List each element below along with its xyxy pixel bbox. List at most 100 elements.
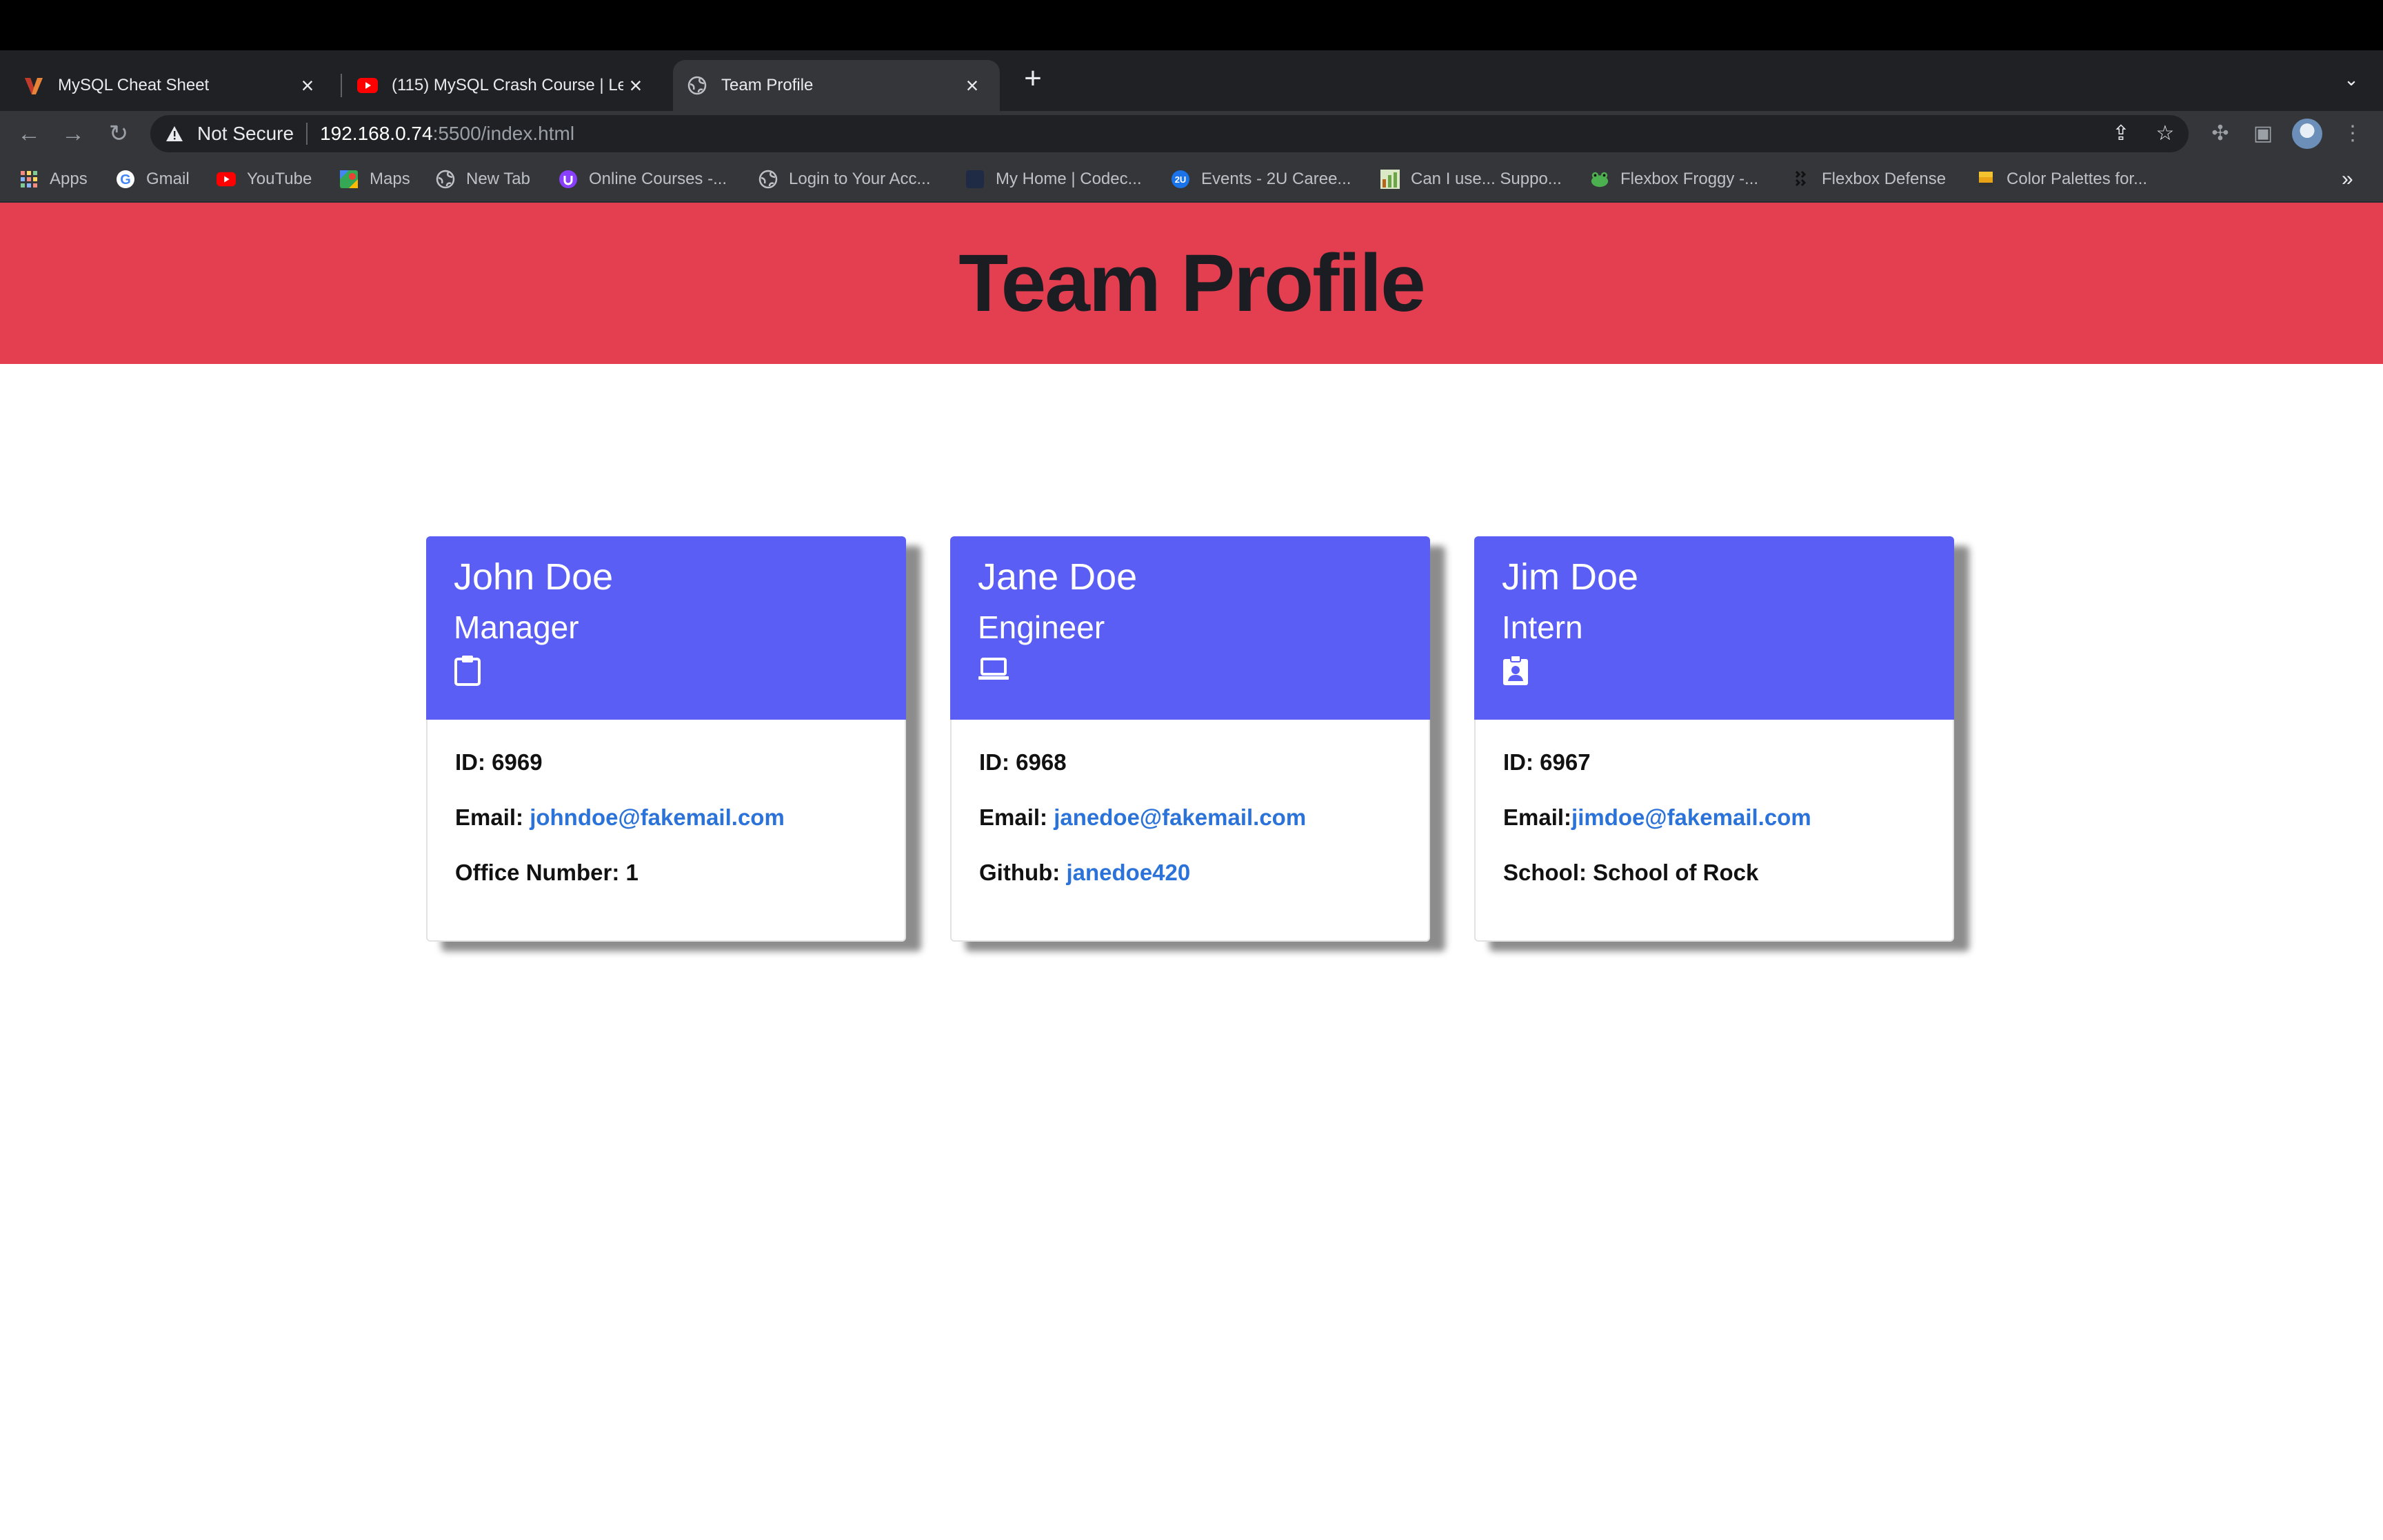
bookmark-gmail[interactable]: G Gmail: [116, 168, 190, 191]
github-label: Github:: [979, 860, 1067, 885]
bookmark-label: Color Palettes for...: [2007, 170, 2148, 188]
globe-icon: [758, 170, 778, 189]
tab-mysql-crash-course[interactable]: (115) MySQL Crash Course | Le ×: [345, 60, 663, 111]
forward-arrow-icon[interactable]: →: [58, 119, 88, 149]
card-header: Jane Doe Engineer: [950, 536, 1430, 720]
tab-label: Team Profile: [721, 76, 814, 94]
bookmark-caniuse[interactable]: Can I use... Suppo...: [1380, 168, 1562, 191]
employee-id: ID: 6969: [455, 749, 543, 775]
bookmark-label: Maps: [370, 170, 410, 188]
profile-avatar[interactable]: [2292, 119, 2322, 149]
2u-icon: 2U: [1171, 170, 1190, 189]
tab-strip: MySQL Cheat Sheet × (115) MySQL Crash Co…: [0, 50, 2383, 111]
badge-icon: [1502, 655, 1534, 687]
github-row: Github: janedoe420: [979, 859, 1429, 886]
globe-icon: [436, 170, 455, 189]
udemy-icon: [559, 170, 578, 189]
bookmark-events-2u[interactable]: 2U Events - 2U Caree...: [1171, 168, 1351, 191]
card-body: ID: 6969 Email: johndoe@fakemail.com Off…: [428, 720, 905, 886]
email-link[interactable]: jimdoe@fakemail.com: [1571, 804, 1811, 830]
employee-email-row: Email:jimdoe@fakemail.com: [1503, 804, 1953, 831]
svg-text:G: G: [120, 172, 131, 188]
employee-role: Intern: [1502, 609, 1583, 645]
bookmark-label: Flexbox Defense: [1822, 170, 1947, 188]
tab-label: (115) MySQL Crash Course | Le: [392, 76, 623, 94]
employee-card-engineer: Jane Doe Engineer ID: 6968 Email: janedo…: [950, 536, 1430, 942]
codecademy-icon: [965, 170, 985, 189]
bookmark-label: Flexbox Froggy -...: [1620, 170, 1759, 188]
card-body: ID: 6967 Email:jimdoe@fakemail.com Schoo…: [1476, 720, 1953, 886]
close-icon[interactable]: ×: [623, 73, 648, 99]
palette-icon: [1976, 170, 1995, 189]
email-link[interactable]: janedoe@fakemail.com: [1054, 804, 1306, 830]
new-tab-button[interactable]: +: [1018, 63, 1048, 94]
youtube-favicon: [357, 75, 378, 96]
bookmark-label: Events - 2U Caree...: [1201, 170, 1351, 188]
bookmark-label: Can I use... Suppo...: [1411, 170, 1562, 188]
reload-icon[interactable]: ↻: [103, 119, 134, 149]
email-label: Email:: [979, 804, 1054, 830]
bookmark-label: YouTube: [247, 170, 312, 188]
clipboard-icon: [454, 655, 485, 687]
bookmark-online-courses[interactable]: Online Courses -...: [559, 168, 727, 191]
maps-icon: [339, 170, 359, 189]
security-status[interactable]: Not Secure: [197, 123, 294, 145]
bookmark-codecademy[interactable]: My Home | Codec...: [965, 168, 1142, 191]
frog-icon: [1590, 170, 1609, 189]
tab-label: MySQL Cheat Sheet: [58, 76, 210, 94]
side-panel-icon[interactable]: ▣: [2249, 120, 2277, 148]
address-bar[interactable]: Not Secure 192.168.0.74 :5500/index.html: [150, 115, 2189, 152]
close-icon[interactable]: ×: [295, 73, 320, 99]
github-link[interactable]: janedoe420: [1066, 860, 1190, 885]
laptop-icon: [978, 655, 1009, 687]
employee-name: Jane Doe: [978, 556, 1138, 598]
address-divider: [306, 123, 308, 145]
extensions-puzzle-icon[interactable]: ✣: [2206, 120, 2234, 148]
bookmark-flexbox-froggy[interactable]: Flexbox Froggy -...: [1590, 168, 1758, 191]
email-link[interactable]: johndoe@fakemail.com: [530, 804, 785, 830]
bookmarks-overflow-chevron-icon[interactable]: »: [2342, 168, 2353, 191]
employee-email-row: Email: johndoe@fakemail.com: [455, 804, 905, 831]
mysql-favicon: [23, 75, 44, 96]
tab-separator: [341, 74, 342, 97]
close-icon[interactable]: ×: [960, 73, 985, 99]
flexbox-defense-icon: [1791, 170, 1811, 189]
employee-card-intern: Jim Doe Intern ID: 6967 Email:jimdoe@fak…: [1474, 536, 1954, 942]
bookmark-maps[interactable]: Maps: [339, 168, 410, 191]
employee-email-row: Email: janedoe@fakemail.com: [979, 804, 1429, 831]
youtube-icon: [217, 170, 236, 189]
card-header: Jim Doe Intern: [1474, 536, 1954, 720]
bookmark-label: Login to Your Acc...: [789, 170, 931, 188]
share-icon[interactable]: ⇪: [2107, 120, 2135, 148]
globe-icon: [687, 75, 707, 96]
employee-id: ID: 6968: [979, 749, 1067, 775]
bookmark-youtube[interactable]: YouTube: [217, 168, 312, 191]
warning-icon[interactable]: [165, 123, 186, 144]
page-title: Team Profile: [958, 238, 1425, 329]
email-label: Email:: [1503, 804, 1572, 830]
tab-mysql-cheat-sheet[interactable]: MySQL Cheat Sheet ×: [0, 60, 335, 111]
school: School: School of Rock: [1503, 860, 1759, 885]
employee-role: Manager: [454, 609, 579, 645]
bookmark-new-tab[interactable]: New Tab: [436, 168, 530, 191]
tab-team-profile[interactable]: Team Profile ×: [673, 60, 1000, 111]
bookmark-flexbox-defense[interactable]: Flexbox Defense: [1791, 168, 1946, 191]
url-path: :5500/index.html: [432, 123, 575, 144]
more-menu-icon[interactable]: ⋮: [2339, 120, 2366, 148]
email-label: Email:: [455, 804, 530, 830]
bookmark-login[interactable]: Login to Your Acc...: [758, 168, 931, 191]
bookmark-apps[interactable]: Apps: [19, 168, 88, 191]
employee-name: John Doe: [454, 556, 614, 598]
employee-id: ID: 6967: [1503, 749, 1591, 775]
svg-text:2U: 2U: [1175, 174, 1187, 185]
back-arrow-icon[interactable]: ←: [14, 119, 44, 149]
bookmark-label: Gmail: [146, 170, 190, 188]
bookmark-label: Apps: [50, 170, 88, 188]
employee-name: Jim Doe: [1502, 556, 1639, 598]
system-top-bar: [0, 0, 2383, 50]
apps-grid-icon: [19, 170, 39, 189]
employee-role: Engineer: [978, 609, 1105, 645]
star-bookmark-icon[interactable]: ☆: [2151, 120, 2179, 148]
tab-search-chevron-icon[interactable]: ⌄: [2339, 69, 2364, 94]
bookmark-color-palettes[interactable]: Color Palettes for...: [1976, 168, 2147, 191]
